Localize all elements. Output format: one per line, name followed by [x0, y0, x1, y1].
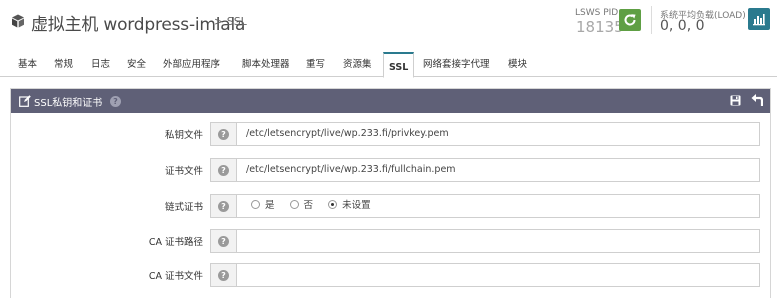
pid-value: 18135	[576, 18, 624, 36]
tab-bar: 基本 常规 日志 安全 外部应用程序 脚本处理器 重写 资源集 SSL 网络套接…	[0, 52, 777, 78]
ca-file-label: CA 证书文件	[148, 271, 203, 282]
ca-path-row: CA 证书路径 ?	[11, 229, 770, 255]
ssl-panel: SSL私钥和证书 ? 私钥文件 ? /etc/letsencrypt/live/…	[10, 88, 771, 298]
private-key-help[interactable]: ?	[210, 122, 236, 146]
panel-title: SSL私钥和证书	[34, 98, 103, 109]
radio-yes-label: 是	[265, 200, 275, 211]
load-chart-button[interactable]	[748, 8, 770, 30]
ca-file-value	[236, 263, 760, 287]
chained-cert-help[interactable]: ?	[210, 194, 236, 218]
tab-external-apps[interactable]: 外部应用程序	[161, 53, 222, 77]
tab-rewrite[interactable]: 重写	[304, 53, 327, 77]
private-key-label: 私钥文件	[164, 130, 203, 141]
cert-file-help[interactable]: ?	[210, 158, 236, 182]
page-header: 虚拟主机 wordpress-imlala > SSL LSWS PID 181…	[0, 0, 777, 44]
ca-path-label: CA 证书路径	[148, 237, 203, 248]
edit-icon[interactable]	[19, 95, 31, 107]
radio-not-set-label: 未设置	[342, 200, 371, 211]
tab-general[interactable]: 常规	[52, 53, 75, 77]
breadcrumb: > SSL	[214, 15, 247, 28]
header-divider	[651, 6, 652, 34]
ca-file-help[interactable]: ?	[210, 263, 236, 287]
back-arrow-icon[interactable]	[751, 94, 763, 107]
help-icon: ?	[218, 270, 229, 281]
pid-label: LSWS PID	[575, 8, 619, 18]
chained-cert-row: 链式证书 ? 是 否 未设置	[11, 194, 770, 220]
refresh-icon	[624, 14, 636, 26]
private-key-row: 私钥文件 ? /etc/letsencrypt/live/wp.233.fi/p…	[11, 122, 770, 148]
cert-file-row: 证书文件 ? /etc/letsencrypt/live/wp.233.fi/f…	[11, 158, 770, 184]
save-icon[interactable]	[730, 95, 741, 106]
radio-circle	[289, 200, 299, 209]
cert-file-label: 证书文件	[164, 166, 203, 177]
help-icon[interactable]: ?	[110, 96, 121, 107]
help-icon: ?	[218, 236, 229, 247]
private-key-value: /etc/letsencrypt/live/wp.233.fi/privkey.…	[236, 122, 760, 146]
chained-cert-label: 链式证书	[164, 202, 203, 213]
tab-ssl[interactable]: SSL	[383, 52, 415, 78]
tab-basic[interactable]: 基本	[16, 53, 39, 77]
radio-not-set[interactable]: 未设置	[328, 195, 371, 217]
radio-circle	[251, 200, 260, 209]
radio-no-label: 否	[303, 200, 314, 211]
ca-path-help[interactable]: ?	[210, 229, 236, 253]
tab-websocket-proxy[interactable]: 网络套接字代理	[421, 53, 492, 77]
cert-file-value: /etc/letsencrypt/live/wp.233.fi/fullchai…	[236, 158, 760, 182]
tab-contexts[interactable]: 资源集	[341, 53, 374, 77]
ca-path-value	[236, 229, 760, 253]
cube-icon	[12, 14, 24, 28]
radio-no[interactable]: 否	[289, 195, 314, 217]
help-icon: ?	[218, 165, 229, 176]
tab-security[interactable]: 安全	[125, 53, 148, 77]
help-icon: ?	[218, 129, 229, 140]
radio-yes[interactable]: 是	[251, 195, 275, 217]
panel-header: SSL私钥和证书 ?	[11, 89, 770, 113]
chained-cert-radios: 是 否 未设置	[236, 194, 760, 218]
load-value: 0, 0, 0	[660, 18, 705, 34]
radio-circle-selected	[328, 200, 338, 209]
reload-button[interactable]	[619, 9, 641, 31]
tab-script-handler[interactable]: 脚本处理器	[240, 53, 292, 77]
bar-chart-icon	[753, 14, 765, 26]
ca-file-row: CA 证书文件 ?	[11, 263, 770, 289]
tab-modules[interactable]: 模块	[506, 53, 529, 77]
tab-log[interactable]: 日志	[89, 53, 112, 77]
help-icon: ?	[218, 201, 229, 212]
